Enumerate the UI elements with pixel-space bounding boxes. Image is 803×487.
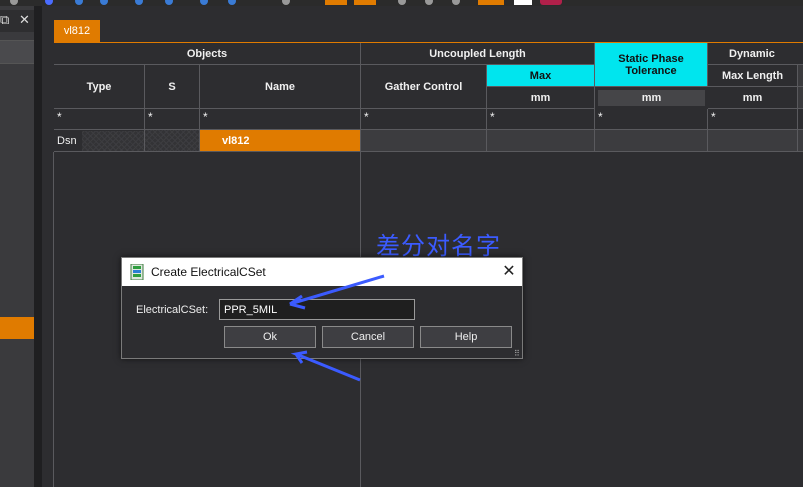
arrow-to-input: [289, 274, 385, 310]
arrow-to-ok: [290, 350, 361, 382]
annotation-arrows: [289, 274, 385, 382]
